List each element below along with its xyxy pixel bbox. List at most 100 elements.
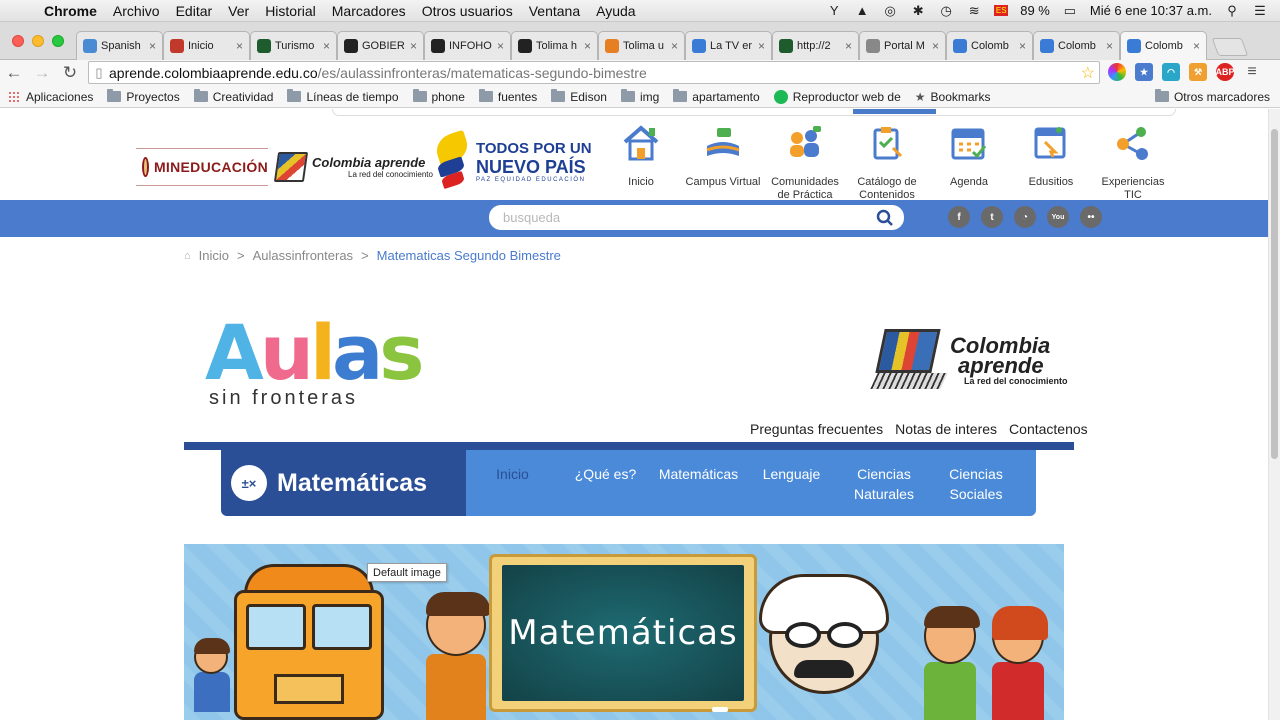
close-tab-icon[interactable]: × (410, 39, 417, 53)
menu-icon[interactable]: ≡ (1243, 63, 1261, 81)
close-tab-icon[interactable]: × (671, 39, 678, 53)
breadcrumb-section[interactable]: Aulassinfronteras (253, 248, 353, 263)
close-tab-icon[interactable]: × (1019, 39, 1026, 53)
adblock-icon[interactable]: ABP (1216, 63, 1235, 81)
bookmark-apps[interactable]: Aplicaciones (8, 90, 93, 104)
close-tab-icon[interactable]: × (323, 39, 330, 53)
wave-icon[interactable]: ◠ (1162, 63, 1180, 81)
site-search[interactable] (489, 205, 904, 230)
menu-app-chrome[interactable]: Chrome (38, 3, 105, 19)
subject-menu-ciencias-naturales[interactable]: Ciencias Naturales (838, 450, 930, 516)
bookmark-folder[interactable]: phone (412, 89, 465, 104)
browser-tab[interactable]: Colomb × (1033, 31, 1120, 60)
bookmark-folder[interactable]: Líneas de tiempo (287, 89, 399, 104)
nav-experiencias-tic[interactable]: Experiencias TIC (1092, 124, 1174, 202)
bluetooth-icon[interactable]: ✱ (910, 3, 926, 19)
bookmark-folder[interactable]: Proyectos (107, 89, 180, 104)
bookmark-star-icon[interactable]: ☆ (1081, 63, 1095, 83)
aulas-sin-fronteras-logo[interactable]: Aulas sin fronteras (205, 315, 425, 410)
rss-icon[interactable]: ◔ (1014, 206, 1036, 228)
creative-cloud-icon[interactable]: ◎ (882, 3, 898, 19)
triangle-warning-icon[interactable]: ▲ (854, 3, 870, 19)
banner-image[interactable]: Matemáticas (184, 544, 1064, 720)
bookmark-bookmarks[interactable]: ★ Bookmarks (915, 90, 991, 104)
search-icon[interactable] (876, 209, 894, 227)
subject-menu-ciencias-sociales[interactable]: Ciencias Sociales (930, 450, 1022, 516)
menu-editar[interactable]: Editar (168, 3, 221, 19)
bookmark-other[interactable]: Otros marcadores (1154, 89, 1270, 104)
close-tab-icon[interactable]: × (932, 39, 939, 53)
browser-tab[interactable]: Spanish × (76, 31, 163, 60)
browser-tab[interactable]: Portal M × (859, 31, 946, 60)
menu-ver[interactable]: Ver (220, 3, 257, 19)
subject-title[interactable]: ±× Matemáticas (221, 450, 466, 516)
spotlight-search-icon[interactable]: ⚲ (1224, 3, 1240, 19)
flag-icon[interactable]: ES (994, 5, 1009, 16)
menu-ayuda[interactable]: Ayuda (588, 3, 643, 19)
subject-menu-lenguaje[interactable]: Lenguaje (745, 450, 838, 516)
subject-menu-matematicas[interactable]: Matemáticas (652, 450, 745, 516)
browser-tab[interactable]: Turismo × (250, 31, 337, 60)
battery-icon[interactable]: ▭ (1062, 3, 1078, 19)
nav-catalogo[interactable]: Catálogo de Contenidos (846, 124, 928, 202)
scrollbar-thumb[interactable] (1271, 129, 1278, 459)
menu-ventana[interactable]: Ventana (521, 3, 588, 19)
bookmark-spotify[interactable]: Reproductor web de (773, 89, 901, 104)
bookmark-folder[interactable]: Edison (551, 89, 607, 104)
zoom-window-button[interactable] (52, 35, 64, 47)
menu-otros-usuarios[interactable]: Otros usuarios (414, 3, 521, 19)
browser-tab[interactable]: Inicio × (163, 31, 250, 60)
flickr-icon[interactable]: •• (1080, 206, 1102, 228)
breadcrumb-home[interactable]: Inicio (199, 248, 229, 263)
tools-icon[interactable]: ⚒ (1189, 63, 1207, 81)
back-arrow-icon[interactable]: ← (0, 63, 28, 83)
nav-edusitios[interactable]: Edusitios (1010, 124, 1092, 202)
todos-por-un-nuevo-pais-logo[interactable]: TODOS POR UN NUEVO PAÍS PAZ EQUIDAD EDUC… (432, 129, 592, 192)
bookmark-folder[interactable]: img (620, 89, 659, 104)
nav-campus-virtual[interactable]: Campus Virtual (682, 124, 764, 202)
antenna-icon[interactable]: Y (826, 3, 842, 19)
browser-tab[interactable]: GOBIER × (337, 31, 424, 60)
link-contactenos[interactable]: Contactenos (1009, 421, 1088, 437)
menu-marcadores[interactable]: Marcadores (324, 3, 414, 19)
minimize-window-button[interactable] (32, 35, 44, 47)
pinwheel-icon[interactable] (1108, 63, 1126, 81)
browser-tab[interactable]: Tolima u × (598, 31, 685, 60)
mineducacion-logo[interactable]: MINEDUCACIÓN (136, 148, 268, 186)
close-tab-icon[interactable]: × (845, 39, 852, 53)
colombia-aprende-large-logo[interactable]: Colombia aprende La red del conocimiento (870, 325, 1068, 397)
close-tab-icon[interactable]: × (149, 39, 156, 53)
close-tab-icon[interactable]: × (1193, 39, 1200, 53)
close-tab-icon[interactable]: × (236, 39, 243, 53)
browser-tab[interactable]: http://2 × (772, 31, 859, 60)
forward-arrow-icon[interactable]: → (28, 63, 56, 83)
colombia-aprende-logo[interactable]: Colombia aprende La red del conocimiento (273, 152, 433, 182)
close-tab-icon[interactable]: × (1106, 39, 1113, 53)
new-tab-button[interactable] (1211, 38, 1249, 56)
link-notas-de-interes[interactable]: Notas de interes (895, 421, 997, 437)
close-tab-icon[interactable]: × (497, 39, 504, 53)
close-tab-icon[interactable]: × (758, 39, 765, 53)
wifi-icon[interactable]: ≋ (966, 3, 982, 19)
browser-tab[interactable]: Colomb × (1120, 31, 1207, 60)
subject-menu-que-es[interactable]: ¿Qué es? (559, 450, 652, 516)
bookmark-folder[interactable]: apartamento (673, 89, 760, 104)
browser-tab[interactable]: Colomb × (946, 31, 1033, 60)
search-input[interactable] (503, 210, 876, 225)
menu-archivo[interactable]: Archivo (105, 3, 168, 19)
twitter-icon[interactable]: t (981, 206, 1003, 228)
nav-inicio[interactable]: Inicio (600, 124, 682, 202)
nav-comunidades[interactable]: Comunidades de Práctica (764, 124, 846, 202)
subject-menu-inicio[interactable]: Inicio (466, 450, 559, 516)
facebook-icon[interactable]: f (948, 206, 970, 228)
link-preguntas-frecuentes[interactable]: Preguntas frecuentes (750, 421, 883, 437)
close-window-button[interactable] (12, 35, 24, 47)
reload-icon[interactable]: ↻ (56, 63, 84, 83)
notification-center-icon[interactable]: ☰ (1252, 3, 1268, 19)
page-icon[interactable]: ▯ (89, 65, 109, 81)
browser-tab[interactable]: INFOHO × (424, 31, 511, 60)
bookmark-folder[interactable]: fuentes (478, 89, 537, 104)
bookmark-manager-icon[interactable]: ★ (1135, 63, 1153, 81)
close-tab-icon[interactable]: × (584, 39, 591, 53)
browser-tab[interactable]: Tolima h × (511, 31, 598, 60)
